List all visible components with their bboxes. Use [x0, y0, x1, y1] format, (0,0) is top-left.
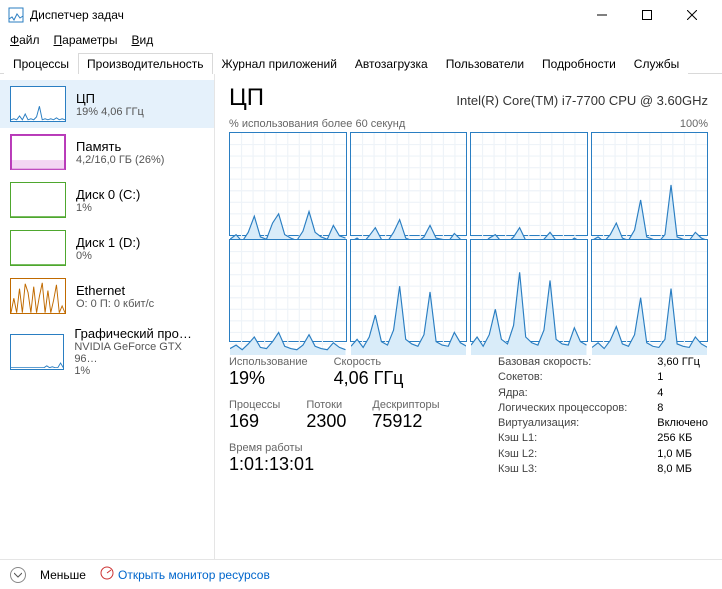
graph-caption-left: % использования более 60 секунд — [229, 118, 405, 130]
tab-processes[interactable]: Процессы — [4, 53, 78, 74]
sidebar-disk0-title: Диск 0 (C:) — [76, 187, 140, 202]
device-name: Intel(R) Core(TM) i7-7700 CPU @ 3.60GHz — [456, 93, 708, 108]
stat-key: Кэш L1: — [498, 432, 627, 444]
titlebar: Диспетчер задач — [0, 0, 722, 30]
stat-value: 1,0 МБ — [657, 448, 708, 460]
threads-label: Потоки — [306, 399, 346, 411]
stat-key: Кэш L3: — [498, 463, 627, 475]
sidebar-item-cpu[interactable]: ЦП19% 4,06 ГГц — [0, 80, 214, 128]
maximize-button[interactable] — [624, 0, 669, 30]
stat-value: 3,60 ГГц — [657, 356, 708, 368]
menu-view[interactable]: Вид — [125, 31, 159, 49]
menu-options[interactable]: Параметры — [48, 31, 124, 49]
cpu-thumb — [10, 86, 66, 122]
sidebar: ЦП19% 4,06 ГГц Память4,2/16,0 ГБ (26%) Д… — [0, 74, 215, 559]
tab-details[interactable]: Подробности — [533, 53, 625, 74]
stat-value: 1 — [657, 371, 708, 383]
procs-label: Процессы — [229, 399, 280, 411]
fewer-details-icon[interactable] — [10, 567, 26, 583]
sidebar-cpu-title: ЦП — [76, 91, 144, 106]
speed-value: 4,06 ГГц — [334, 368, 404, 389]
cpu-core-graph — [229, 239, 347, 343]
procs-value: 169 — [229, 411, 280, 432]
cpu-core-graph — [470, 132, 588, 236]
cpu-core-graph — [350, 132, 468, 236]
sidebar-disk0-sub: 1% — [76, 202, 140, 214]
disk1-thumb — [10, 230, 66, 266]
gpu-thumb — [10, 334, 64, 370]
stat-value: Включено — [657, 417, 708, 429]
menu-file[interactable]: Файл — [4, 31, 46, 49]
sidebar-gpu-sub: NVIDIA GeForce GTX 96… — [74, 341, 204, 365]
open-resmon-link[interactable]: Открыть монитор ресурсов — [100, 566, 270, 583]
footer: Меньше Открыть монитор ресурсов — [0, 559, 722, 589]
sidebar-memory-sub: 4,2/16,0 ГБ (26%) — [76, 154, 164, 166]
sidebar-cpu-sub: 19% 4,06 ГГц — [76, 106, 144, 118]
main-panel: ЦП Intel(R) Core(TM) i7-7700 CPU @ 3.60G… — [215, 74, 722, 559]
cpu-core-graph — [591, 239, 709, 343]
cpu-core-graph — [470, 239, 588, 343]
cpu-core-graph — [229, 132, 347, 236]
resmon-icon — [100, 566, 114, 583]
stat-key: Ядра: — [498, 387, 627, 399]
eth-thumb — [10, 278, 66, 314]
stat-key: Логических процессоров: — [498, 402, 627, 414]
minimize-button[interactable] — [579, 0, 624, 30]
sidebar-gpu-title: Графический про… — [74, 326, 204, 341]
handles-label: Дескрипторы — [372, 399, 439, 411]
stat-key: Виртуализация: — [498, 417, 627, 429]
threads-value: 2300 — [306, 411, 346, 432]
stat-value: 8 — [657, 402, 708, 414]
tab-users[interactable]: Пользователи — [437, 53, 533, 74]
sidebar-eth-sub: О: 0 П: 0 кбит/с — [76, 298, 154, 310]
tab-app-history[interactable]: Журнал приложений — [213, 53, 346, 74]
right-stats: Базовая скорость: 3,60 ГГц Сокетов: 1 Ядра: 4… — [498, 356, 708, 475]
usage-value: 19% — [229, 368, 308, 389]
stat-value: 256 КБ — [657, 432, 708, 444]
tab-performance[interactable]: Производительность — [78, 53, 212, 74]
uptime-value: 1:01:13:01 — [229, 454, 314, 475]
sidebar-disk1-sub: 0% — [76, 250, 140, 262]
page-title: ЦП — [229, 84, 264, 112]
window-title: Диспетчер задач — [30, 8, 579, 22]
tab-startup[interactable]: Автозагрузка — [346, 53, 437, 74]
sidebar-eth-title: Ethernet — [76, 283, 154, 298]
stat-value: 8,0 МБ — [657, 463, 708, 475]
speed-label: Скорость — [334, 356, 404, 368]
sidebar-item-memory[interactable]: Память4,2/16,0 ГБ (26%) — [0, 128, 214, 176]
sidebar-item-ethernet[interactable]: EthernetО: 0 П: 0 кбит/с — [0, 272, 214, 320]
sidebar-memory-title: Память — [76, 139, 164, 154]
stat-value: 4 — [657, 387, 708, 399]
handles-value: 75912 — [372, 411, 439, 432]
sidebar-gpu-sub2: 1% — [74, 365, 204, 377]
app-icon — [8, 7, 24, 23]
close-button[interactable] — [669, 0, 714, 30]
sidebar-item-gpu[interactable]: Графический про…NVIDIA GeForce GTX 96…1% — [0, 320, 214, 383]
sidebar-item-disk1[interactable]: Диск 1 (D:)0% — [0, 224, 214, 272]
stat-key: Базовая скорость: — [498, 356, 627, 368]
cpu-core-graph — [591, 132, 709, 236]
sidebar-disk1-title: Диск 1 (D:) — [76, 235, 140, 250]
fewer-details-label[interactable]: Меньше — [40, 568, 86, 582]
cpu-graphs — [229, 132, 708, 342]
stat-key: Сокетов: — [498, 371, 627, 383]
graph-caption-right: 100% — [680, 118, 708, 130]
tab-services[interactable]: Службы — [625, 53, 688, 74]
menubar: Файл Параметры Вид — [0, 30, 722, 50]
sidebar-item-disk0[interactable]: Диск 0 (C:)1% — [0, 176, 214, 224]
stat-key: Кэш L2: — [498, 448, 627, 460]
cpu-core-graph — [350, 239, 468, 343]
disk0-thumb — [10, 182, 66, 218]
usage-label: Использование — [229, 356, 308, 368]
uptime-label: Время работы — [229, 442, 314, 454]
memory-thumb — [10, 134, 66, 170]
resmon-label: Открыть монитор ресурсов — [118, 568, 270, 582]
tab-bar: Процессы Производительность Журнал прило… — [0, 50, 722, 74]
